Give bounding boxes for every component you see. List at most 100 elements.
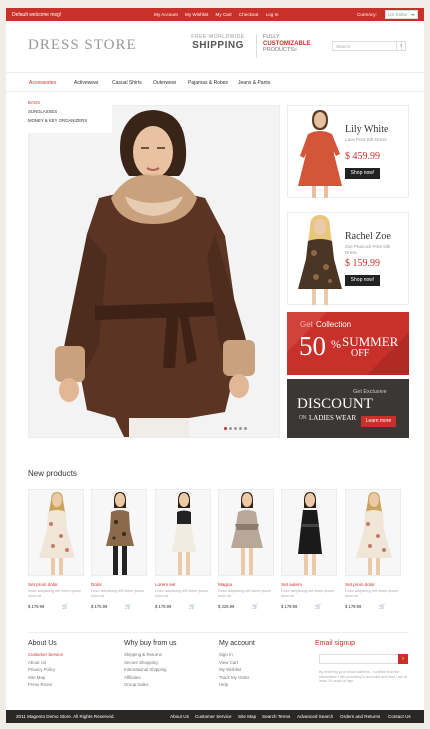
footer-link[interactable]: My Wishlist	[219, 667, 304, 672]
search-button[interactable]: ›	[396, 41, 406, 51]
bottom-link[interactable]: Search Terms	[262, 714, 290, 719]
product-price: $ 179.99	[281, 604, 298, 609]
slider-dot[interactable]	[229, 427, 232, 430]
footer-link[interactable]: View Cart	[219, 660, 304, 665]
submenu-item-money-key-organizers[interactable]: MONEY & KEY ORGANIZERS	[28, 118, 112, 123]
cart-icon[interactable]: 🛒	[315, 604, 321, 610]
footer-link[interactable]: Site Map	[28, 675, 113, 680]
hero-slider[interactable]	[28, 105, 280, 438]
footer-link[interactable]: Track My Order	[219, 675, 304, 680]
currency-select[interactable]: US Dollar	[385, 10, 418, 19]
slider-dot[interactable]	[234, 427, 237, 430]
product-name[interactable]: Magna	[218, 582, 274, 587]
product-image[interactable]	[345, 489, 401, 576]
product-card[interactable]: Set autem Dolor adipiscing elit lorem ip…	[281, 489, 337, 611]
summer-sale-banner[interactable]: Get Collection 50 % SUMMER OFF	[287, 312, 409, 375]
my-account-link[interactable]: My Account	[154, 12, 178, 17]
nav-item-casual-shirts[interactable]: Casual Shirts	[112, 80, 142, 86]
bottom-link[interactable]: Advanced Search	[297, 714, 333, 719]
cart-icon[interactable]: 🛒	[189, 604, 195, 610]
product-image[interactable]	[281, 489, 337, 576]
product-price: $ 175.99	[91, 604, 108, 609]
new-products-title: New products	[28, 469, 77, 478]
footer-link[interactable]: Sign In	[219, 652, 304, 657]
footer-heading: Why buy from us	[124, 640, 177, 647]
email-signup-button[interactable]: ›	[398, 654, 408, 664]
submenu-item-sunglasses[interactable]: SUNGLASSES	[28, 109, 112, 114]
bottom-bar: 2011 Magento Demo Store. All Rights Rese…	[6, 710, 424, 723]
featured-product-lily-white[interactable]: Lily White Lace Print Silk Dress $ 459.9…	[287, 105, 409, 198]
store-logo[interactable]: DRESS STORE	[28, 37, 137, 54]
my-wishlist-link[interactable]: My Wishlist	[185, 12, 208, 17]
free-shipping-banner[interactable]: FREE WORLDWIDE SHIPPING	[186, 34, 250, 51]
product-name[interactable]: Set proin dolor	[345, 582, 401, 587]
bottom-link[interactable]: Customer Service	[195, 714, 232, 719]
discount-on: ON	[299, 415, 307, 421]
footer-link[interactable]: Privacy Policy	[28, 667, 113, 672]
copyright: 2011 Magento Demo Store. All Rights Rese…	[16, 714, 115, 719]
footer-link[interactable]: International Shipping	[124, 667, 209, 672]
discount-banner[interactable]: Get Exclusive DISCOUNT ON LADIES WEAR Le…	[287, 379, 409, 438]
custom-line-3: PRODUCTS»	[263, 47, 297, 53]
footer-link[interactable]: Secure Shopping	[124, 660, 209, 665]
product-name[interactable]: Dolor	[91, 582, 147, 587]
product-card[interactable]: Set proin dolor Dolor adipiscing elit lo…	[28, 489, 84, 611]
slider-dot[interactable]	[239, 427, 242, 430]
footer-link[interactable]: Shipping & Returns	[124, 652, 209, 657]
product-image[interactable]	[155, 489, 211, 576]
bottom-link[interactable]: Orders and Returns	[340, 714, 380, 719]
ship-line-2: SHIPPING	[192, 40, 244, 51]
product-price: $ 459.99	[345, 151, 380, 162]
footer-link[interactable]: Press Room	[28, 682, 113, 687]
shop-now-button[interactable]: Shop now!	[345, 168, 380, 179]
product-image[interactable]	[28, 489, 84, 576]
nav-item-jeans-pants[interactable]: Jeans & Pants	[238, 80, 270, 86]
my-cart-link[interactable]: My Cart	[216, 12, 232, 17]
product-card[interactable]: Magna Dolor adipiscing elit lorem ipsum …	[218, 489, 274, 611]
cart-icon[interactable]: 🛒	[379, 604, 385, 610]
footer-link[interactable]: Customer Service	[28, 652, 113, 657]
top-bar: Default welcome msg! My Account My Wishl…	[6, 8, 424, 21]
shop-now-button[interactable]: Shop now!	[345, 275, 380, 286]
bottom-link[interactable]: About Us	[170, 714, 189, 719]
product-card[interactable]: Dolor Dolor adipiscing elit lorem ipsum …	[91, 489, 147, 611]
footer-link[interactable]: Help	[219, 682, 304, 687]
product-card[interactable]: Lorem set Dolor adipiscing elit lorem ip…	[155, 489, 211, 611]
slider-dot[interactable]	[224, 427, 227, 430]
nav-item-accessories[interactable]: Accessories	[29, 80, 56, 86]
footer-link[interactable]: Affiliates	[124, 675, 209, 680]
nav-item-outerwear[interactable]: Outerwear	[153, 80, 176, 86]
footer-heading: My account	[219, 640, 255, 647]
product-card[interactable]: Set proin dolor Dolor adipiscing elit lo…	[345, 489, 401, 611]
footer-link[interactable]: About Us	[28, 660, 113, 665]
product-name[interactable]: Lily White	[345, 124, 388, 135]
search-input[interactable]: Search	[332, 41, 402, 51]
product-name[interactable]: Set proin dolor	[28, 582, 84, 587]
customizable-products-banner[interactable]: FULLY CUSTOMIZABLE PRODUCTS»	[263, 34, 311, 54]
product-desc: Dolor adipiscing elit lorem ipsum dolor …	[155, 589, 209, 598]
hero-model-image	[29, 106, 279, 437]
product-name[interactable]: Rachel Zoe	[345, 231, 391, 242]
product-name[interactable]: Lorem set	[155, 582, 211, 587]
log-in-link[interactable]: Log In	[266, 12, 279, 17]
submenu-item-bags[interactable]: BAGS	[28, 100, 112, 105]
product-name[interactable]: Set autem	[281, 582, 337, 587]
email-signup-input[interactable]	[319, 654, 399, 664]
bottom-link[interactable]: Site Map	[238, 714, 256, 719]
cart-icon[interactable]: 🛒	[252, 604, 258, 610]
product-desc: Dolor adipiscing elit lorem ipsum dolor …	[281, 589, 335, 598]
bottom-link[interactable]: Contact Us	[388, 714, 411, 719]
product-image[interactable]	[218, 489, 274, 576]
nav-item-activewear[interactable]: Activewear	[74, 80, 98, 86]
slider-dot[interactable]	[244, 427, 247, 430]
learn-more-button[interactable]: Learn more	[361, 416, 396, 427]
product-desc: Dolor adipiscing elit lorem ipsum dolor …	[345, 589, 399, 598]
cart-icon[interactable]: 🛒	[125, 604, 131, 610]
checkout-link[interactable]: Checkout	[239, 12, 258, 17]
nav-item-pajamas-robes[interactable]: Pajamas & Robes	[188, 80, 228, 86]
discount-get: Get Exclusive	[353, 389, 387, 395]
cart-icon[interactable]: 🛒	[62, 604, 68, 610]
product-image[interactable]	[91, 489, 147, 576]
footer-link[interactable]: Group Sales	[124, 682, 209, 687]
featured-product-rachel-zoe[interactable]: Rachel Zoe Zoe Peacock Print Silk Dress …	[287, 212, 409, 305]
